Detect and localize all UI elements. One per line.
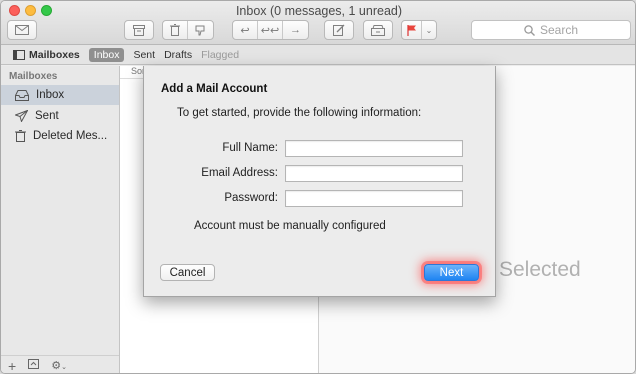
flag-group: ⌄ <box>401 20 437 40</box>
inbox-tray-icon <box>15 89 29 101</box>
password-field[interactable] <box>285 190 463 207</box>
paper-plane-icon <box>15 110 28 122</box>
reply-all-button[interactable]: ↩↩ <box>258 21 283 39</box>
dialog-subtitle: To get started, provide the following in… <box>177 107 422 119</box>
window-title: Inbox (0 messages, 1 unread) <box>235 4 403 18</box>
mailbox-sidebar: Mailboxes Inbox Sent Deleted Mes... + ⚙⌄ <box>1 66 120 374</box>
search-icon <box>524 24 535 36</box>
sidebar-toggle-icon <box>13 49 25 60</box>
chevron-down-icon: ⌄ <box>425 25 433 35</box>
dialog-title: Add a Mail Account <box>161 83 268 95</box>
favorites-mailboxes-button[interactable]: Mailboxes <box>13 49 80 61</box>
toolbar: Inbox (0 messages, 1 unread) ↩ ↩↩ → ⌄ Se… <box>1 1 635 45</box>
mail-window: Inbox (0 messages, 1 unread) ↩ ↩↩ → ⌄ Se… <box>0 0 636 374</box>
get-mail-button[interactable] <box>7 20 37 40</box>
sidebar-item-inbox[interactable]: Inbox <box>1 85 119 105</box>
sidebar-item-deleted-messages[interactable]: Deleted Mes... <box>1 126 119 146</box>
forward-button[interactable]: → <box>283 21 308 39</box>
thumbs-down-icon <box>195 25 204 35</box>
archive-box-icon <box>133 24 145 36</box>
email-address-field[interactable] <box>285 165 463 182</box>
gear-icon: ⚙ <box>51 360 62 372</box>
favorites-inbox[interactable]: Inbox <box>88 47 125 62</box>
add-mailbox-button[interactable]: + <box>8 358 16 374</box>
favorites-sent[interactable]: Sent <box>133 49 155 61</box>
email-address-label: Email Address: <box>201 167 278 179</box>
sidebar-item-label: Inbox <box>36 89 65 101</box>
favorites-mailboxes-label: Mailboxes <box>29 48 80 61</box>
forward-arrow-icon: → <box>290 24 301 36</box>
favorites-flagged[interactable]: Flagged <box>201 49 239 61</box>
compose-button[interactable] <box>324 20 354 40</box>
trash-icon <box>15 130 26 142</box>
delete-junk-group <box>162 20 214 40</box>
delete-button[interactable] <box>163 21 188 39</box>
flag-menu-button[interactable]: ⌄ <box>422 21 436 39</box>
reply-group: ↩ ↩↩ → <box>232 20 309 40</box>
action-menu-button[interactable]: ⚙⌄ <box>51 359 67 372</box>
full-name-label: Full Name: <box>222 142 278 154</box>
sidebar-item-label: Deleted Mes... <box>33 130 108 142</box>
flag-button[interactable] <box>402 21 422 39</box>
reply-arrow-icon: ↩ <box>240 24 250 37</box>
archive-button[interactable] <box>124 20 154 40</box>
reply-button[interactable]: ↩ <box>233 21 258 39</box>
full-name-field[interactable] <box>285 140 463 157</box>
trash-icon <box>170 24 180 36</box>
show-activity-button[interactable] <box>28 359 40 372</box>
add-mail-account-dialog: Add a Mail Account To get started, provi… <box>143 66 496 297</box>
favorites-bar: Mailboxes Inbox Sent Drafts Flagged <box>1 45 635 65</box>
compose-pencil-icon <box>333 24 345 36</box>
next-button[interactable]: Next <box>424 264 479 281</box>
favorites-drafts[interactable]: Drafts <box>164 49 192 61</box>
search-field[interactable]: Search <box>471 20 631 40</box>
password-label: Password: <box>224 192 278 204</box>
tray-icon <box>371 24 385 36</box>
sidebar-item-sent[interactable]: Sent <box>1 106 119 126</box>
search-placeholder: Search <box>539 23 579 37</box>
sidebar-bottom-bar: + ⚙⌄ <box>1 355 119 374</box>
sidebar-heading: Mailboxes <box>9 71 58 82</box>
manual-config-note: Account must be manually configured <box>194 220 386 232</box>
chevron-down-icon: ⌄ <box>61 364 67 371</box>
junk-button[interactable] <box>188 21 213 39</box>
sidebar-item-label: Sent <box>35 110 59 122</box>
move-to-button[interactable] <box>363 20 393 40</box>
no-message-selected-text: Selected <box>499 258 581 281</box>
activity-icon <box>28 359 40 369</box>
red-flag-icon <box>406 24 416 36</box>
envelope-icon <box>15 25 29 35</box>
reply-all-icon: ↩↩ <box>260 24 280 37</box>
cancel-button[interactable]: Cancel <box>160 264 215 281</box>
